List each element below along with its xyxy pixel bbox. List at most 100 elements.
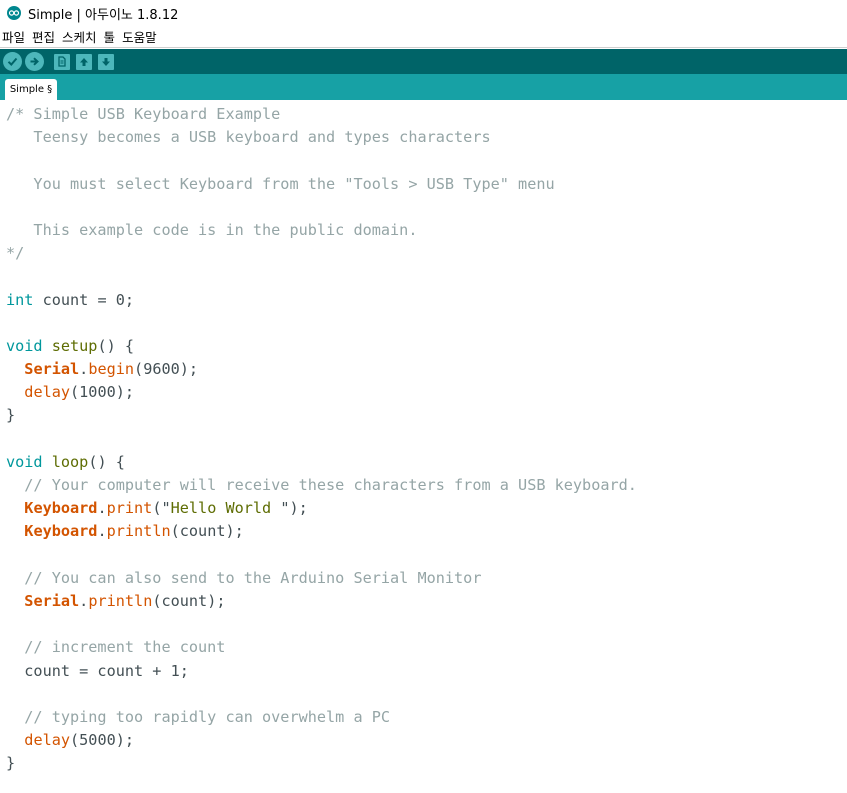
code-line: Serial.println(count); (6, 590, 637, 613)
code-token: // You can also send to the Arduino Seri… (6, 568, 482, 587)
arrow-down-icon (102, 57, 110, 66)
code-token: This example code is in the public domai… (6, 220, 418, 239)
code-token: // increment the count (6, 638, 226, 657)
new-button[interactable] (54, 53, 70, 70)
title-bar: Simple | 아두이노 1.8.12 (0, 0, 847, 26)
code-token: Serial (24, 360, 80, 379)
code-token: // typing too rapidly can overwhelm a PC (6, 707, 391, 726)
code-token: Serial (24, 591, 80, 610)
code-editor[interactable]: /* Simple USB Keyboard Example Teensy be… (0, 100, 847, 793)
menu-help[interactable]: 도움말 (119, 27, 161, 46)
upload-button[interactable] (25, 52, 44, 71)
code-token: /* Simple USB Keyboard Example (6, 105, 281, 123)
code-token: */ (6, 244, 25, 263)
code-token: (" (152, 499, 171, 518)
code-token: begin (88, 360, 135, 379)
code-line: This example code is in the public domai… (6, 219, 637, 242)
verify-button[interactable] (3, 52, 22, 71)
code-token: print (106, 499, 153, 518)
menu-tools[interactable]: 툴 (101, 27, 120, 46)
code-line: Keyboard.println(count); (6, 520, 637, 543)
code-line: Keyboard.print("Hello World "); (6, 497, 637, 520)
code-line: */ (6, 242, 637, 265)
code-token: You must select Keyboard from the "Tools… (6, 174, 555, 193)
code-token: println (88, 591, 153, 610)
code-token: () { (97, 336, 135, 355)
tab-simple[interactable]: Simple § (5, 79, 57, 100)
code-line: count = count + 1; (6, 660, 637, 683)
toolbar (0, 49, 847, 74)
code-line: Serial.begin(9600); (6, 358, 637, 381)
code-token: . (79, 591, 89, 610)
code-token: Hello World (170, 499, 281, 518)
code-token: . (79, 360, 89, 379)
tab-bar: Simple § (0, 74, 847, 100)
code-line: You must select Keyboard from the "Tools… (6, 173, 637, 196)
code-token: setup (51, 336, 98, 355)
code-token: (1000); (70, 383, 135, 402)
menu-bar: 파일 편집 스케치 툴 도움말 (0, 26, 847, 48)
check-icon (7, 57, 18, 66)
code-line: // increment the count (6, 636, 637, 659)
code-token: int (6, 290, 34, 309)
code-token: delay (24, 731, 71, 750)
code-token: (count); (152, 591, 226, 610)
code-token: } (6, 406, 16, 425)
code-token: "); (280, 499, 308, 518)
code-token: (count); (170, 522, 244, 541)
code-line: void loop() { (6, 451, 637, 474)
code-line: /* Simple USB Keyboard Example (6, 103, 637, 126)
code-line: } (6, 752, 637, 775)
code-token: void (6, 336, 43, 355)
code-token: (9600); (134, 360, 199, 379)
window-title: Simple | 아두이노 1.8.12 (28, 7, 179, 23)
code-token: Keyboard (24, 522, 98, 541)
code-line: Teensy becomes a USB keyboard and types … (6, 126, 637, 149)
menu-edit[interactable]: 편집 (29, 27, 59, 46)
code-token: . (97, 522, 107, 541)
code-token: } (6, 754, 16, 773)
code-token: Teensy becomes a USB keyboard and types … (6, 128, 491, 147)
code-line: delay(1000); (6, 381, 637, 404)
code-line: // You can also send to the Arduino Seri… (6, 567, 637, 590)
code-token: loop (51, 452, 89, 471)
code-line: // Your computer will receive these char… (6, 474, 637, 497)
new-file-icon (58, 56, 66, 67)
menu-file[interactable]: 파일 (0, 27, 29, 46)
code-token: // Your computer will receive these char… (6, 476, 637, 494)
code-token: count = 0; (33, 290, 135, 309)
arduino-logo-icon (6, 5, 22, 21)
code-line: int count = 0; (6, 289, 637, 312)
code-token: (5000); (70, 731, 135, 750)
code-line: delay(5000); (6, 729, 637, 752)
code-token: count = count + 1; (6, 661, 189, 680)
code-token: void (6, 452, 43, 471)
code-text[interactable]: /* Simple USB Keyboard Example Teensy be… (6, 103, 637, 775)
menu-sketch[interactable]: 스케치 (59, 27, 101, 46)
arrow-up-icon (80, 57, 88, 66)
code-token: . (97, 499, 107, 518)
code-token: Keyboard (24, 499, 98, 518)
code-token: () { (88, 452, 125, 471)
code-token: delay (24, 383, 71, 402)
code-line: void setup() { (6, 335, 637, 358)
code-token: println (106, 522, 171, 541)
save-button[interactable] (98, 53, 114, 70)
open-button[interactable] (76, 53, 92, 70)
